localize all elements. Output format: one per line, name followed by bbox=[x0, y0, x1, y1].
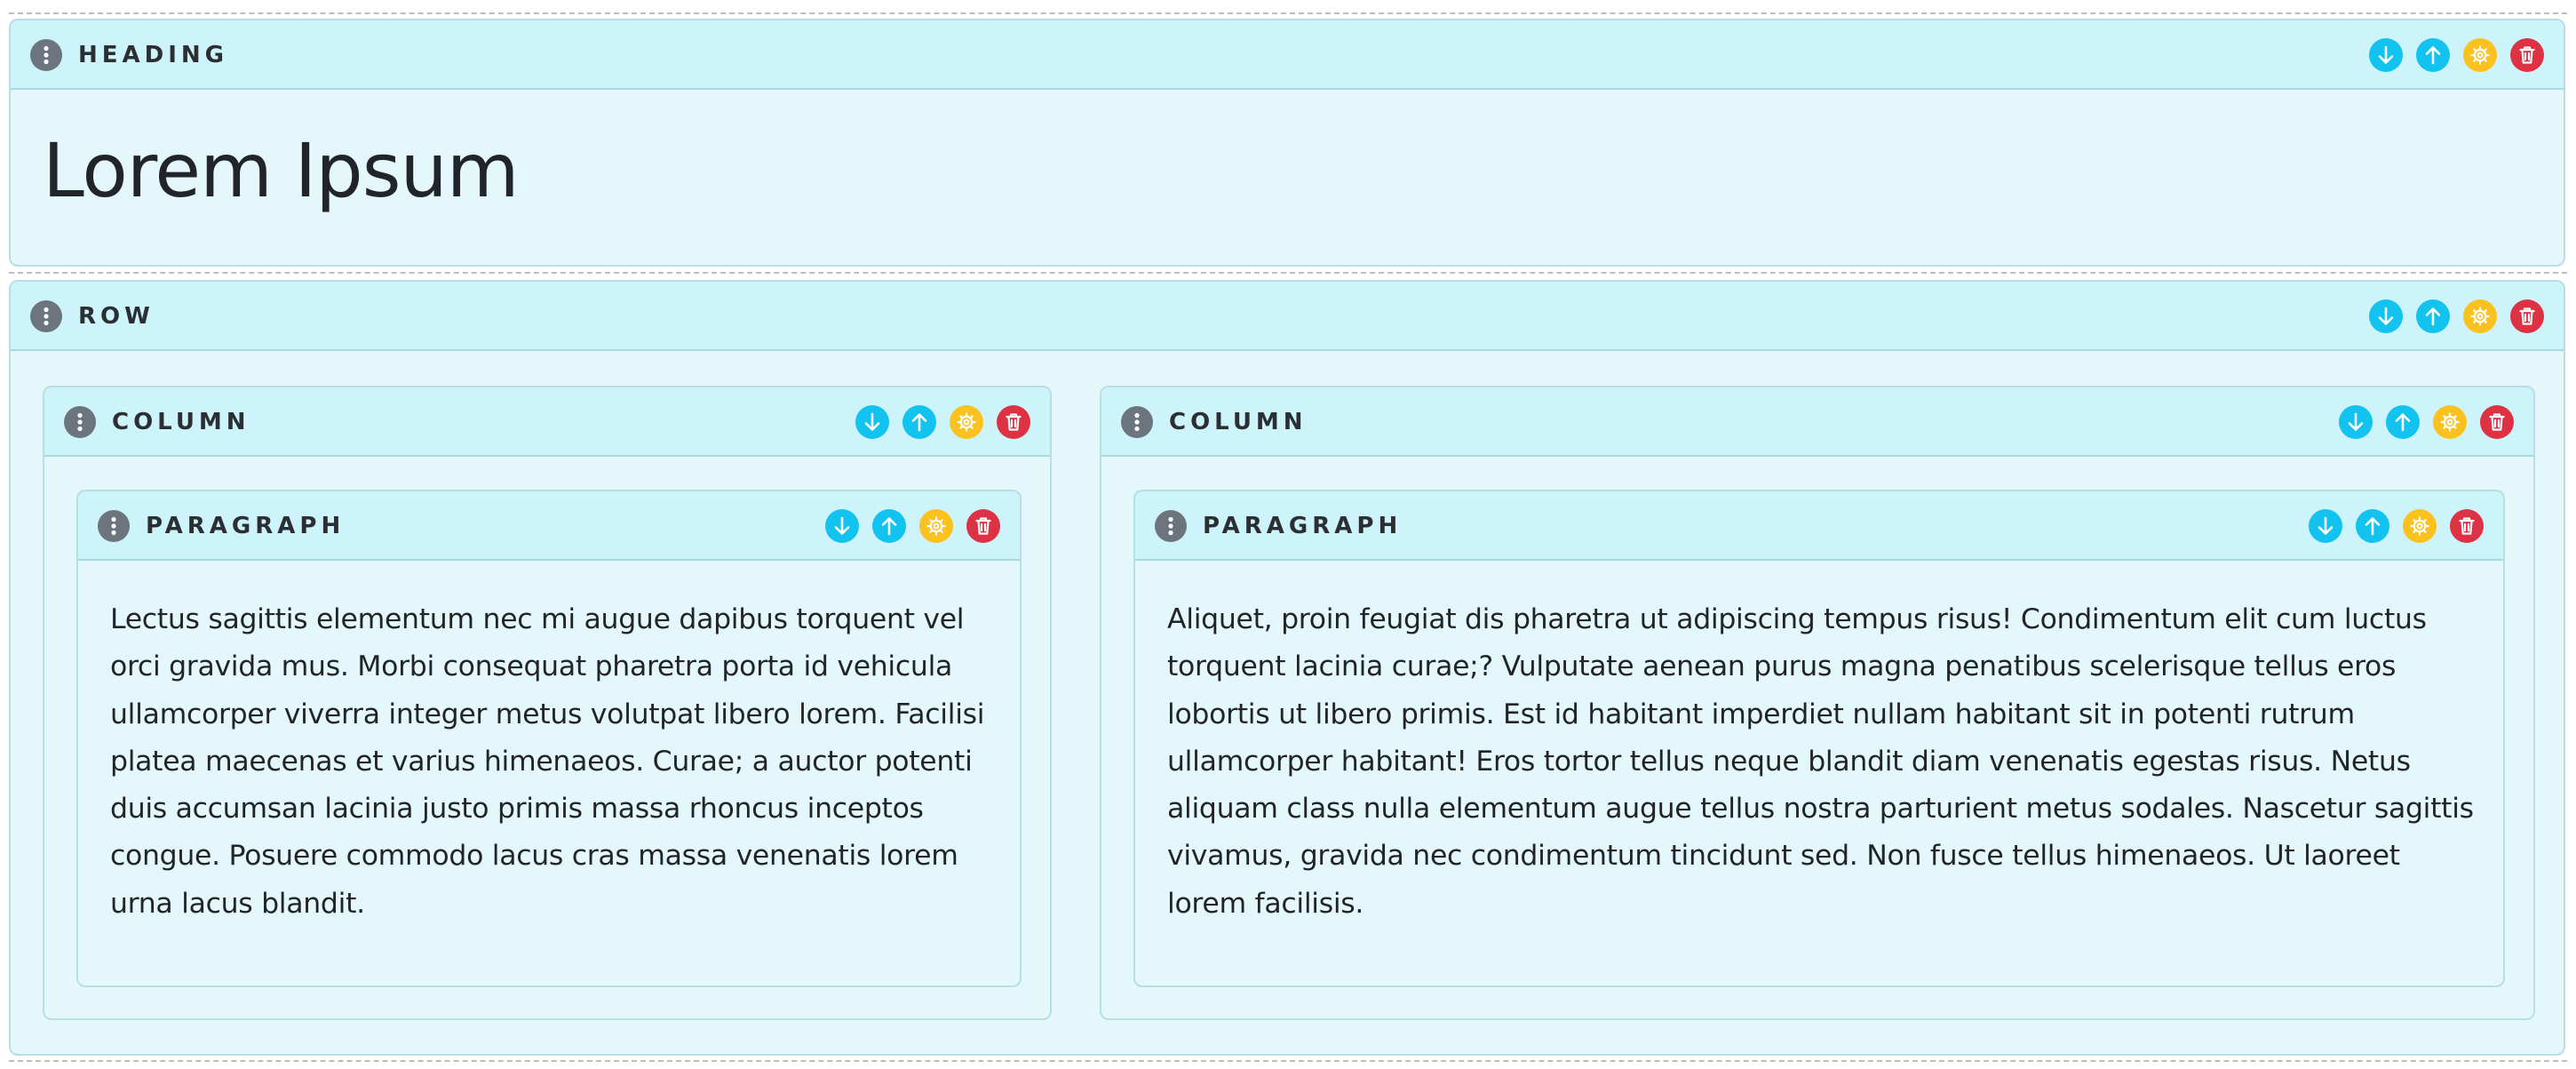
paragraph-text[interactable]: Lectus sagittis elementum nec mi augue d… bbox=[110, 596, 993, 928]
move-up-button[interactable] bbox=[902, 405, 936, 439]
delete-button[interactable] bbox=[2510, 38, 2544, 72]
paragraph-text[interactable]: Aliquet, proin feugiat dis pharetra ut a… bbox=[1167, 596, 2477, 928]
drag-handle-icon[interactable] bbox=[64, 406, 96, 438]
block-label: COLUMN bbox=[112, 409, 250, 435]
block-actions bbox=[2309, 509, 2484, 543]
move-up-button[interactable] bbox=[872, 509, 906, 543]
delete-button[interactable] bbox=[2510, 299, 2544, 333]
heading-text[interactable]: Lorem Ipsum bbox=[43, 127, 520, 214]
block-label: PARAGRAPH bbox=[146, 513, 346, 539]
move-up-button[interactable] bbox=[2416, 38, 2450, 72]
drag-handle-icon[interactable] bbox=[1121, 406, 1153, 438]
delete-button[interactable] bbox=[997, 405, 1030, 439]
column-block-header: COLUMN bbox=[44, 387, 1050, 457]
settings-button[interactable] bbox=[950, 405, 983, 439]
heading-block-header: HEADING bbox=[11, 20, 2564, 90]
settings-button[interactable] bbox=[2463, 299, 2497, 333]
paragraph-block-header: PARAGRAPH bbox=[1135, 491, 2503, 561]
settings-button[interactable] bbox=[2433, 405, 2467, 439]
block-actions bbox=[2369, 38, 2544, 72]
move-down-button[interactable] bbox=[2339, 405, 2373, 439]
block-label: ROW bbox=[78, 303, 155, 330]
column-block-header: COLUMN bbox=[1101, 387, 2533, 457]
drag-handle-icon[interactable] bbox=[98, 510, 130, 542]
block-label: COLUMN bbox=[1169, 409, 1308, 435]
settings-button[interactable] bbox=[2403, 509, 2437, 543]
block-actions bbox=[825, 509, 1000, 543]
paragraph-block-header: PARAGRAPH bbox=[78, 491, 1020, 561]
settings-button[interactable] bbox=[919, 509, 953, 543]
delete-button[interactable] bbox=[966, 509, 1000, 543]
move-up-button[interactable] bbox=[2386, 405, 2420, 439]
column-block: COLUMN PARAGRAPH Lectus sagittis element… bbox=[43, 386, 1052, 1020]
move-down-button[interactable] bbox=[2309, 509, 2342, 543]
paragraph-block: PARAGRAPH Lectus sagittis elementum nec … bbox=[76, 490, 1022, 987]
drop-zone-bottom bbox=[9, 1060, 2567, 1062]
paragraph-block: PARAGRAPH Aliquet, proin feugiat dis pha… bbox=[1133, 490, 2505, 987]
move-up-button[interactable] bbox=[2356, 509, 2389, 543]
drop-zone-top bbox=[9, 12, 2567, 14]
move-down-button[interactable] bbox=[2369, 38, 2403, 72]
row-block-header: ROW bbox=[11, 282, 2564, 351]
block-actions bbox=[855, 405, 1030, 439]
drag-handle-icon[interactable] bbox=[30, 300, 62, 332]
column-block: COLUMN PARAGRAPH Aliquet, proin feugiat … bbox=[1100, 386, 2535, 1020]
settings-button[interactable] bbox=[2463, 38, 2497, 72]
move-down-button[interactable] bbox=[825, 509, 859, 543]
delete-button[interactable] bbox=[2450, 509, 2484, 543]
move-up-button[interactable] bbox=[2416, 299, 2450, 333]
block-actions bbox=[2369, 299, 2544, 333]
drag-handle-icon[interactable] bbox=[1155, 510, 1187, 542]
move-down-button[interactable] bbox=[855, 405, 889, 439]
drop-zone-between bbox=[9, 272, 2567, 274]
heading-block: HEADING Lorem Ipsum bbox=[9, 19, 2565, 267]
block-actions bbox=[2339, 405, 2514, 439]
row-block: ROW COLUMN PARAGRAPH Lectus sagittis ele… bbox=[9, 280, 2565, 1056]
block-label: HEADING bbox=[78, 42, 228, 68]
drag-handle-icon[interactable] bbox=[30, 39, 62, 71]
block-label: PARAGRAPH bbox=[1203, 513, 1403, 539]
delete-button[interactable] bbox=[2480, 405, 2514, 439]
move-down-button[interactable] bbox=[2369, 299, 2403, 333]
